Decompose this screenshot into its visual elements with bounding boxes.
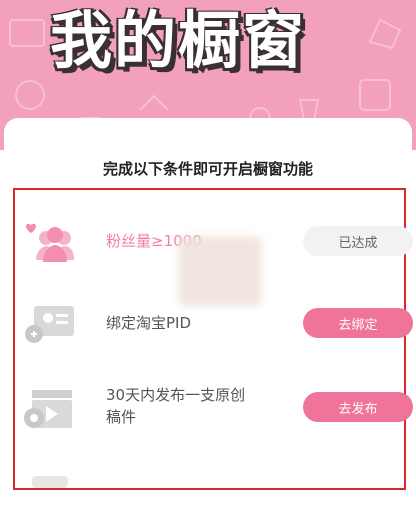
blur-overlay — [178, 236, 262, 306]
fans-icon — [26, 223, 74, 262]
publish-button[interactable]: 去发布 — [303, 392, 413, 422]
condition-label-pid: 绑定淘宝PID — [106, 314, 192, 332]
achieved-button[interactable]: 已达成 — [303, 226, 413, 256]
banner-title: 我的橱窗 — [50, 4, 307, 77]
bind-id-card-icon — [25, 306, 74, 343]
partial-row-icon — [32, 476, 68, 488]
condition-label-post-line1: 30天内发布一支原创 — [106, 386, 246, 404]
condition-label-post: 30天内发布一支原创 稿件 — [106, 384, 245, 428]
conditions-heading: 完成以下条件即可开启橱窗功能 — [102, 160, 313, 178]
bind-button[interactable]: 去绑定 — [303, 308, 413, 338]
video-camera-icon — [24, 390, 72, 428]
condition-label-post-line2: 稿件 — [106, 408, 137, 426]
